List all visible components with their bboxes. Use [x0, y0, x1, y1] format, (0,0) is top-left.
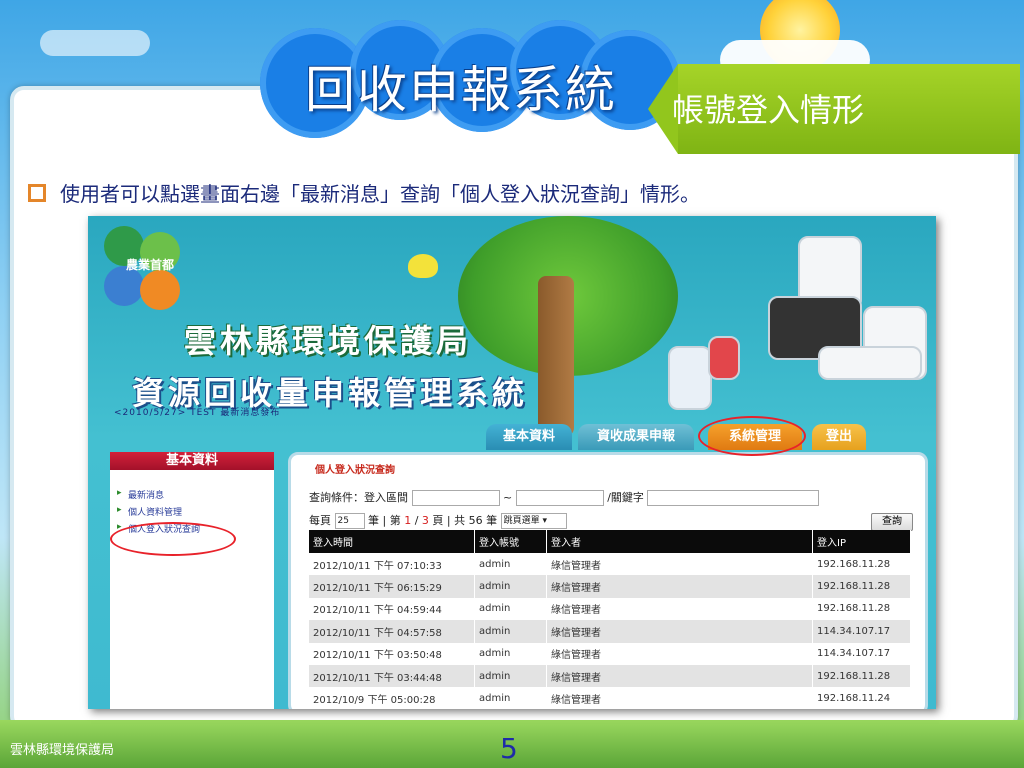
per-page-prefix: 每頁: [309, 514, 331, 527]
cell-login-ip: 192.168.11.28: [812, 553, 911, 576]
app-screenshot: 農業首都 雲林縣環境保護局 資源回收量申報管理系統 <2010/5/27> TE…: [88, 216, 936, 709]
appliance-illustration: [648, 236, 936, 426]
cell-login-time: 2012/10/9 下午 05:00:28: [309, 687, 475, 709]
panel-title: 個人登入狀況查詢: [315, 465, 395, 476]
cell-login-time: 2012/10/11 下午 06:15:29: [309, 575, 475, 598]
app-logo: 農業首都: [104, 226, 184, 318]
butterfly-icon: [408, 254, 438, 278]
cell-login-time: 2012/10/11 下午 04:57:58: [309, 620, 475, 643]
sidebar-item-latest-news[interactable]: 最新消息: [110, 488, 274, 501]
sidebar-header: 基本資料: [110, 452, 274, 470]
cell-login-ip: 192.168.11.28: [812, 664, 911, 688]
table-row: 2012/10/11 下午 07:10:33 admin 綠信管理者 192.1…: [309, 553, 911, 576]
cell-login-account: admin: [474, 642, 547, 665]
tab-logout[interactable]: 登出: [812, 424, 866, 450]
bullet-text: 使用者可以點選畫面右邊「最新消息」查詢「個人登入狀況查詢」情形。: [60, 182, 700, 206]
col-login-time: 登入時間: [309, 530, 475, 553]
page-separator: /: [414, 514, 419, 527]
jump-page-label: 跳頁選單: [503, 516, 540, 526]
cell-login-user: 綠信管理者: [546, 687, 813, 709]
cell-login-time: 2012/10/11 下午 03:50:48: [309, 642, 475, 665]
pager-row: 每頁 25 筆 | 第 1 / 3 頁 | 共 56 筆 跳頁選單 ▾: [309, 512, 567, 529]
app-sidebar: 基本資料 最新消息 個人資料管理 個人登入狀況查詢: [110, 452, 274, 709]
cell-login-account: admin: [474, 553, 547, 576]
keyword-label: /關鍵字: [607, 491, 644, 504]
query-row: 查詢條件：登入區間 ~ /關鍵字: [309, 489, 820, 506]
cell-login-user: 綠信管理者: [546, 642, 813, 665]
bullet-square-icon: [28, 184, 46, 202]
footer-org: 雲林縣環境保護局: [10, 743, 115, 758]
cell-login-user: 綠信管理者: [546, 620, 813, 643]
table-row: 2012/10/11 下午 06:15:29 admin 綠信管理者 192.1…: [309, 575, 911, 598]
logo-text: 農業首都: [126, 258, 175, 272]
cell-login-ip: 192.168.11.24: [812, 687, 911, 709]
cell-login-user: 綠信管理者: [546, 664, 813, 688]
bottle-icon: [668, 346, 712, 410]
cell-login-account: admin: [474, 597, 547, 621]
can-icon: [708, 336, 740, 380]
cloud-decoration: [40, 30, 150, 56]
cell-login-time: 2012/10/11 下午 04:59:44: [309, 597, 475, 621]
keyword-input[interactable]: [647, 490, 820, 506]
cell-login-account: admin: [474, 575, 547, 598]
tree-trunk: [538, 276, 574, 436]
slide-title: 回收申報系統: [305, 61, 617, 119]
query-label: 查詢條件：登入區間: [309, 491, 408, 504]
per-page-suffix: 筆 | 第: [368, 514, 401, 527]
date-from-input[interactable]: [411, 490, 500, 506]
login-history-table: 登入時間 登入帳號 登入者 登入IP 2012/10/11 下午 07:10:3…: [309, 530, 911, 709]
tab-basic-data[interactable]: 基本資料: [486, 424, 572, 450]
cell-login-time: 2012/10/11 下午 03:44:48: [309, 664, 475, 688]
table-header-row: 登入時間 登入帳號 登入者 登入IP: [309, 530, 911, 553]
tab-recycle-report[interactable]: 資收成果申報: [578, 424, 694, 450]
date-to-input[interactable]: [515, 490, 604, 506]
highlight-ring-system-tab: [698, 416, 806, 456]
section-tag-label: 帳號登入情形: [672, 91, 865, 129]
page-number: 5: [500, 732, 518, 765]
app-header-org: 雲林縣環境保護局: [184, 322, 473, 360]
cell-login-account: admin: [474, 664, 547, 688]
cell-login-ip: 114.34.107.17: [812, 620, 911, 643]
col-login-account: 登入帳號: [474, 530, 547, 553]
col-login-user: 登入者: [546, 530, 813, 553]
cell-login-time: 2012/10/11 下午 07:10:33: [309, 553, 475, 576]
jump-page-select[interactable]: 跳頁選單 ▾: [500, 513, 567, 529]
cell-login-user: 綠信管理者: [546, 553, 813, 576]
total-pages: 3: [421, 514, 429, 527]
table-row: 2012/10/11 下午 04:57:58 admin 綠信管理者 114.3…: [309, 620, 911, 643]
cell-login-user: 綠信管理者: [546, 575, 813, 598]
col-login-ip: 登入IP: [812, 530, 911, 553]
aircon-icon: [818, 346, 922, 380]
table-row: 2012/10/11 下午 04:59:44 admin 綠信管理者 192.1…: [309, 597, 911, 621]
cell-login-ip: 114.34.107.17: [812, 642, 911, 665]
current-page: 1: [404, 514, 412, 527]
cell-login-user: 綠信管理者: [546, 597, 813, 621]
cell-login-ip: 192.168.11.28: [812, 597, 911, 621]
search-button[interactable]: 查詢: [871, 513, 913, 531]
per-page-input[interactable]: 25: [334, 513, 365, 529]
range-separator: ~: [503, 491, 513, 504]
page-suffix: 頁 | 共 56 筆: [432, 514, 498, 527]
table-row: 2012/10/11 下午 03:44:48 admin 綠信管理者 192.1…: [309, 664, 911, 688]
highlight-ring-login-history: [110, 522, 236, 556]
table-row: 2012/10/9 下午 05:00:28 admin 綠信管理者 192.16…: [309, 687, 911, 709]
login-history-panel: 個人登入狀況查詢 查詢條件：登入區間 ~ /關鍵字 每頁 25 筆 | 第 1 …: [288, 452, 928, 709]
cell-login-account: admin: [474, 687, 547, 709]
sidebar-item-profile[interactable]: 個人資料管理: [110, 505, 274, 518]
table-row: 2012/10/11 下午 03:50:48 admin 綠信管理者 114.3…: [309, 642, 911, 665]
news-ticker: <2010/5/27> TEST 最新消息發布: [114, 408, 281, 418]
cell-login-account: admin: [474, 620, 547, 643]
cell-login-ip: 192.168.11.28: [812, 575, 911, 598]
